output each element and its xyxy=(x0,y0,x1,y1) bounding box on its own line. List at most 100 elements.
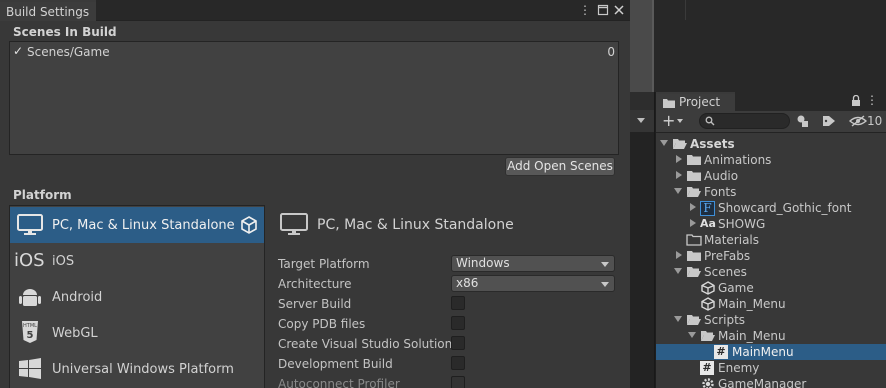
tree-item-audio[interactable]: Audio xyxy=(656,168,886,184)
hierarchy-panel-area xyxy=(654,0,886,92)
platform-list: PC, Mac & Linux Standalone iOS iOS Andro… xyxy=(9,205,265,388)
hierarchy-divider xyxy=(685,0,686,20)
tree-item-assets[interactable]: Assets xyxy=(656,136,886,152)
search-by-type-icon[interactable] xyxy=(795,114,813,128)
tab-project[interactable]: Project xyxy=(656,92,735,111)
folder-icon xyxy=(687,171,701,181)
tree-item-scripts[interactable]: Scripts xyxy=(656,312,886,328)
chevron-down-icon[interactable] xyxy=(637,118,645,123)
platform-label: iOS xyxy=(52,254,75,269)
tree-item-scenes[interactable]: Scenes xyxy=(656,264,886,280)
tree-label: Animations xyxy=(704,153,772,167)
build-settings-window: Build Settings ⋮ Scenes In Build ✓ Scene… xyxy=(0,0,630,388)
tree-item-prefabs[interactable]: PreFabs xyxy=(656,248,886,264)
project-tabbar: Project ⋮ xyxy=(656,92,886,111)
scene-row[interactable]: ✓ Scenes/Game 0 xyxy=(10,43,618,61)
chevron-down-icon[interactable] xyxy=(677,119,683,123)
development-build-checkbox[interactable] xyxy=(451,356,465,370)
tree-item-animations[interactable]: Animations xyxy=(656,152,886,168)
target-platform-dropdown[interactable]: Windows xyxy=(451,255,615,272)
collapse-arrow-icon[interactable] xyxy=(676,155,682,163)
platform-item-webgl[interactable]: HTML 5 WebGL xyxy=(10,315,264,351)
architecture-dropdown[interactable]: x86 xyxy=(451,275,615,292)
scene-view-edge xyxy=(630,0,654,92)
unity-scene-icon xyxy=(701,281,715,295)
server-build-label: Server Build xyxy=(278,297,352,311)
windows-icon xyxy=(19,358,41,379)
scene-name: Scenes/Game xyxy=(27,45,110,59)
side-toolbar-strip xyxy=(630,92,654,110)
collapse-arrow-icon[interactable] xyxy=(690,203,696,211)
server-build-checkbox[interactable] xyxy=(451,296,465,310)
tree-item-showg[interactable]: Aa SHOWG xyxy=(656,216,886,232)
platform-item-ios[interactable]: iOS iOS xyxy=(10,243,264,279)
autoconnect-profiler-checkbox[interactable] xyxy=(451,376,465,388)
tab-build-settings[interactable]: Build Settings xyxy=(0,0,96,21)
expand-arrow-icon[interactable] xyxy=(674,316,682,322)
folder-icon xyxy=(687,251,701,261)
create-vs-solution-checkbox[interactable] xyxy=(451,336,465,350)
platform-item-uwp[interactable]: Universal Windows Platform xyxy=(10,351,264,387)
tree-label: MainMenu xyxy=(732,345,794,359)
platform-label: PC, Mac & Linux Standalone xyxy=(52,218,235,233)
tree-item-mainmenu-script[interactable]: # MainMenu xyxy=(656,344,886,360)
architecture-value: x86 xyxy=(456,276,479,290)
add-icon[interactable]: + xyxy=(662,112,675,130)
gear-icon xyxy=(702,378,714,388)
expand-arrow-icon[interactable] xyxy=(660,140,668,146)
tree-item-fonts[interactable]: Fonts xyxy=(656,184,886,200)
chevron-down-icon xyxy=(601,282,609,287)
hidden-packages-count: 10 xyxy=(867,114,883,128)
tree-item-main-menu-scene[interactable]: Main_Menu xyxy=(656,296,886,312)
tree-item-showcard-gothic-font[interactable]: F Showcard_Gothic_font xyxy=(656,200,886,216)
android-icon xyxy=(19,289,41,306)
tree-item-enemy-script[interactable]: # Enemy xyxy=(656,360,886,376)
tree-label: Enemy xyxy=(718,361,760,375)
more-options-icon[interactable]: ⋮ xyxy=(866,93,878,107)
folder-open-icon xyxy=(687,315,701,325)
expand-arrow-icon[interactable] xyxy=(674,188,682,194)
tree-item-materials[interactable]: Materials xyxy=(656,232,886,248)
lock-icon[interactable] xyxy=(851,95,861,107)
tree-label: Fonts xyxy=(704,185,737,199)
more-options-icon[interactable]: ⋮ xyxy=(578,2,592,18)
project-tab-label: Project xyxy=(679,95,721,109)
tree-label: Main_Menu xyxy=(718,329,786,343)
csharp-script-icon: # xyxy=(714,345,728,359)
scene-index: 0 xyxy=(607,45,615,59)
expand-arrow-icon[interactable] xyxy=(688,332,696,338)
tree-item-game-scene[interactable]: Game xyxy=(656,280,886,296)
collapse-arrow-icon[interactable] xyxy=(690,219,696,227)
font-icon: Aa xyxy=(700,217,716,230)
platform-label: Android xyxy=(52,290,103,305)
expand-arrow-icon[interactable] xyxy=(674,268,682,274)
copy-pdb-checkbox[interactable] xyxy=(451,316,465,330)
tree-item-gamemanager-script[interactable]: GameManager xyxy=(656,376,886,388)
close-icon[interactable] xyxy=(612,2,626,18)
scene-checkbox[interactable]: ✓ xyxy=(13,44,25,58)
project-search-input[interactable] xyxy=(699,113,790,129)
hidden-packages-icon[interactable] xyxy=(849,115,867,127)
target-platform-value: Windows xyxy=(456,256,510,270)
tag-icon[interactable] xyxy=(822,115,836,127)
platform-item-standalone[interactable]: PC, Mac & Linux Standalone xyxy=(10,207,264,243)
collapse-arrow-icon[interactable] xyxy=(676,171,682,179)
tree-label: GameManager xyxy=(718,377,807,388)
folder-icon xyxy=(686,234,702,246)
maximize-icon[interactable] xyxy=(596,2,610,18)
collapse-arrow-icon[interactable] xyxy=(676,251,682,259)
tree-label: Scripts xyxy=(704,313,746,327)
build-settings-tabbar: Build Settings ⋮ xyxy=(0,0,630,21)
tree-label: Scenes xyxy=(704,265,747,279)
svg-text:5: 5 xyxy=(27,330,34,341)
monitor-icon xyxy=(280,213,308,235)
platform-item-android[interactable]: Android xyxy=(10,279,264,315)
chevron-down-icon xyxy=(601,262,609,267)
platform-heading: Platform xyxy=(13,188,72,202)
svg-text:HTML: HTML xyxy=(23,323,37,329)
scenes-list[interactable]: ✓ Scenes/Game 0 xyxy=(9,41,619,155)
add-open-scenes-button[interactable]: Add Open Scenes xyxy=(505,157,615,176)
development-build-label: Development Build xyxy=(278,357,393,371)
tree-label: Main_Menu xyxy=(718,297,786,311)
tree-item-main-menu-folder[interactable]: Main_Menu xyxy=(656,328,886,344)
